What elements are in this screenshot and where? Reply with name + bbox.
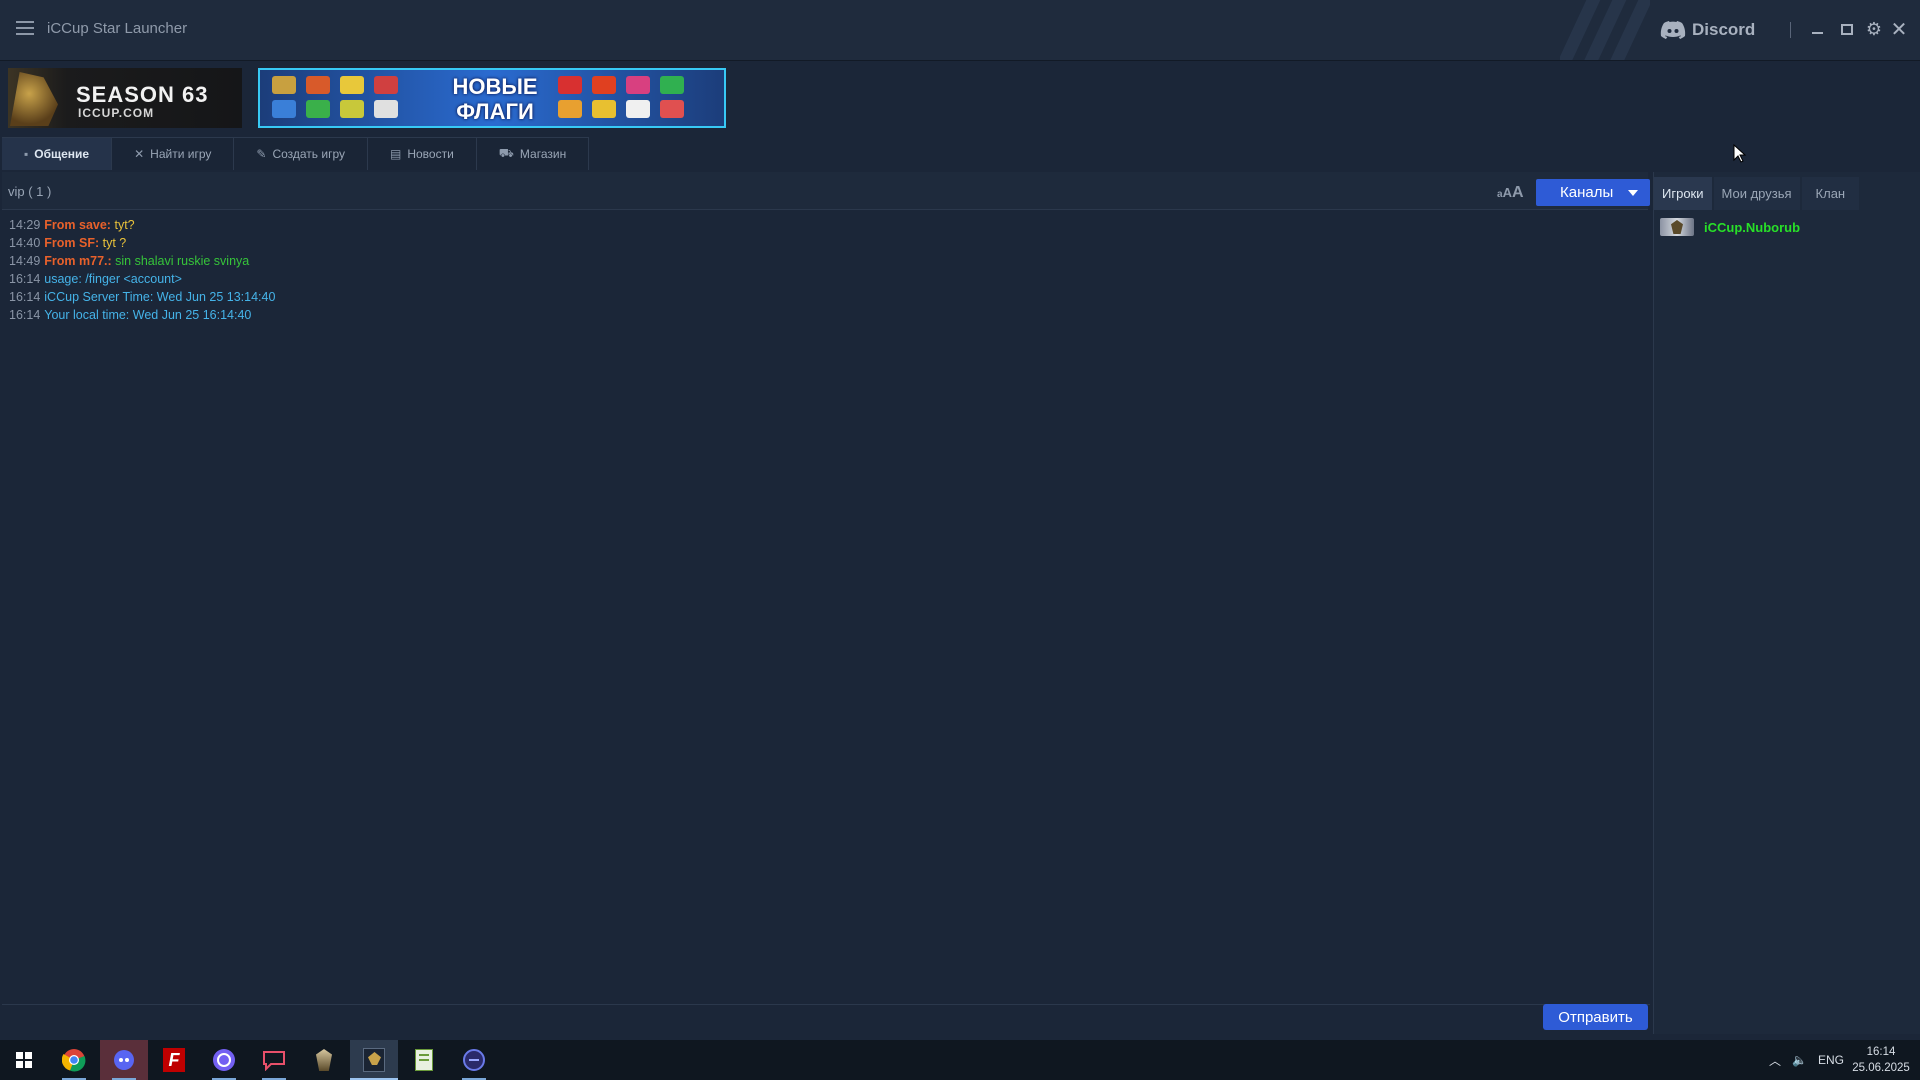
new-flags-banner[interactable]: НОВЫЕ ФЛАГИ <box>258 68 726 128</box>
starcraft-beta-icon[interactable] <box>350 1040 398 1080</box>
chat-message: 14:29 From save: tyt? <box>9 216 1641 234</box>
message-text: tyt ? <box>102 236 127 250</box>
notepad-icon[interactable] <box>400 1040 448 1080</box>
message-time: 14:40 <box>9 236 41 250</box>
new-flags-text: НОВЫЕ ФЛАГИ <box>440 74 550 124</box>
clock[interactable]: 16:14 25.06.2025 <box>1846 1044 1916 1076</box>
font-size-toggle[interactable]: aAA <box>1497 184 1524 202</box>
wrench-icon: ✎ <box>256 147 267 161</box>
launcher-icon[interactable] <box>450 1040 498 1080</box>
message-sender: From SF: <box>44 236 100 250</box>
title-bar: iCCup Star Launcher Discord ⚙ ✕ <box>0 0 1920 61</box>
discord-label: Discord <box>1692 20 1756 39</box>
message-time: 16:14 <box>9 290 41 304</box>
message-sender: From save: <box>44 218 111 232</box>
channels-button-label: Каналы <box>1560 184 1614 201</box>
season-title: SEASON 63 <box>76 82 209 107</box>
clock-date: 25.06.2025 <box>1852 1062 1910 1074</box>
tab-chat[interactable]: ▪ Общение <box>2 137 113 170</box>
tab-label: Создать игру <box>272 147 345 161</box>
chat-icon: ▪ <box>24 147 29 161</box>
chat-input[interactable] <box>4 1008 1540 1032</box>
taskbar: F ︿ 🔈 ENG 16:14 25.06.2025 <box>0 1040 1920 1080</box>
volume-icon[interactable]: 🔈 <box>1792 1040 1807 1080</box>
chat-log[interactable]: 14:29 From save: tyt? 14:40 From SF: tyt ?… <box>2 212 1648 1002</box>
chat-message: 14:49 From m77.: sin shalavi ruskie sviny… <box>9 252 1641 270</box>
players-tabs: Игроки Мои друзья Клан <box>1654 177 1861 210</box>
tab-players[interactable]: Игроки <box>1654 177 1712 210</box>
season-banner[interactable]: SEASON 63 ICCUP.COM <box>8 68 242 128</box>
cart-icon: ⛟ <box>498 146 514 160</box>
message-text: usage: /finger <account> <box>44 272 182 286</box>
font-large: A <box>1511 184 1524 201</box>
flag-icons-left <box>272 76 400 118</box>
starcraft-icon[interactable] <box>300 1040 348 1080</box>
player-name: iCCup.Nuborub <box>1704 219 1801 235</box>
chat-message: 16:14 usage: /finger <account> <box>9 270 1641 288</box>
tab-my-friends[interactable]: Мои друзья <box>1713 177 1800 210</box>
chat-input-row <box>2 1004 1650 1034</box>
player-rank-icon <box>1660 218 1694 236</box>
viber-icon[interactable] <box>200 1040 248 1080</box>
message-text: tyt? <box>114 218 135 232</box>
swords-icon: ✕ <box>134 147 145 161</box>
main-tabs: ▪ Общение ✕ Найти игру ✎ Создать игру ▤ Ново… <box>2 137 590 170</box>
message-sender: From m77.: <box>44 254 112 268</box>
message-text: iCCup Server Time: Wed Jun 25 13:14:40 <box>44 290 276 304</box>
send-button[interactable]: Отправить <box>1543 1004 1648 1030</box>
news-icon: ▤ <box>390 147 402 161</box>
minimize-icon[interactable] <box>1806 18 1828 40</box>
chat-message: 16:14 Your local time: Wed Jun 25 16:14:4… <box>9 306 1641 324</box>
filezilla-icon[interactable]: F <box>150 1040 198 1080</box>
chat-message: 14:40 From SF: tyt ? <box>9 234 1641 252</box>
message-text: sin shalavi ruskie svinya <box>115 254 250 268</box>
discord-icon <box>1660 21 1686 39</box>
tab-label: Найти игру <box>150 147 212 161</box>
chat-app-icon[interactable] <box>250 1040 298 1080</box>
message-text: Your local time: Wed Jun 25 16:14:40 <box>44 308 252 322</box>
chat-header: vip ( 1 ) aAA Каналы <box>2 172 1650 210</box>
menu-icon[interactable] <box>16 21 34 37</box>
players-panel: Игроки Мои друзья Клан iCCup.Nuborub <box>1653 172 1920 1034</box>
font-mid: A <box>1502 185 1512 200</box>
mouse-cursor-icon <box>1733 144 1747 163</box>
discord-button[interactable]: Discord <box>1660 18 1755 42</box>
windows-start-icon[interactable] <box>0 1040 48 1080</box>
message-time: 16:14 <box>9 272 41 286</box>
chat-message: 16:14 iCCup Server Time: Wed Jun 25 13:14… <box>9 288 1641 306</box>
tab-clan[interactable]: Клан <box>1801 177 1860 210</box>
message-time: 14:29 <box>9 218 41 232</box>
app-title: iCCup Star Launcher <box>47 20 188 37</box>
tab-shop[interactable]: ⛟ Магазин <box>476 137 590 170</box>
message-time: 14:49 <box>9 254 41 268</box>
discord-taskbar-icon[interactable] <box>100 1040 148 1080</box>
channels-button[interactable]: Каналы <box>1536 179 1650 206</box>
new-flags-line1: НОВЫЕ <box>452 74 538 99</box>
title-decoration <box>1560 0 1650 60</box>
chevron-down-icon <box>1628 190 1638 196</box>
banner-character <box>10 72 58 126</box>
message-time: 16:14 <box>9 308 41 322</box>
chrome-icon[interactable] <box>50 1040 98 1080</box>
tab-create-game[interactable]: ✎ Создать игру <box>234 137 368 170</box>
tab-news[interactable]: ▤ Новости <box>368 137 477 170</box>
close-icon[interactable]: ✕ <box>1888 18 1910 41</box>
language-indicator[interactable]: ENG <box>1818 1040 1844 1080</box>
tray-chevron-up-icon[interactable]: ︿ <box>1769 1040 1781 1080</box>
clock-time: 16:14 <box>1866 1046 1896 1058</box>
tab-label: Магазин <box>519 147 567 161</box>
new-flags-line2: ФЛАГИ <box>456 99 534 124</box>
season-site: ICCUP.COM <box>78 106 155 120</box>
channel-name: vip ( 1 ) <box>8 184 52 199</box>
tab-find-game[interactable]: ✕ Найти игру <box>112 137 235 170</box>
tab-label: Общение <box>34 147 90 161</box>
tab-label: Новости <box>407 147 454 161</box>
settings-gear-icon[interactable]: ⚙ <box>1863 18 1885 40</box>
maximize-icon[interactable] <box>1836 18 1858 40</box>
title-separator <box>1790 22 1791 38</box>
flag-icons-right <box>558 76 686 118</box>
player-list-item[interactable]: iCCup.Nuborub <box>1660 218 1800 236</box>
